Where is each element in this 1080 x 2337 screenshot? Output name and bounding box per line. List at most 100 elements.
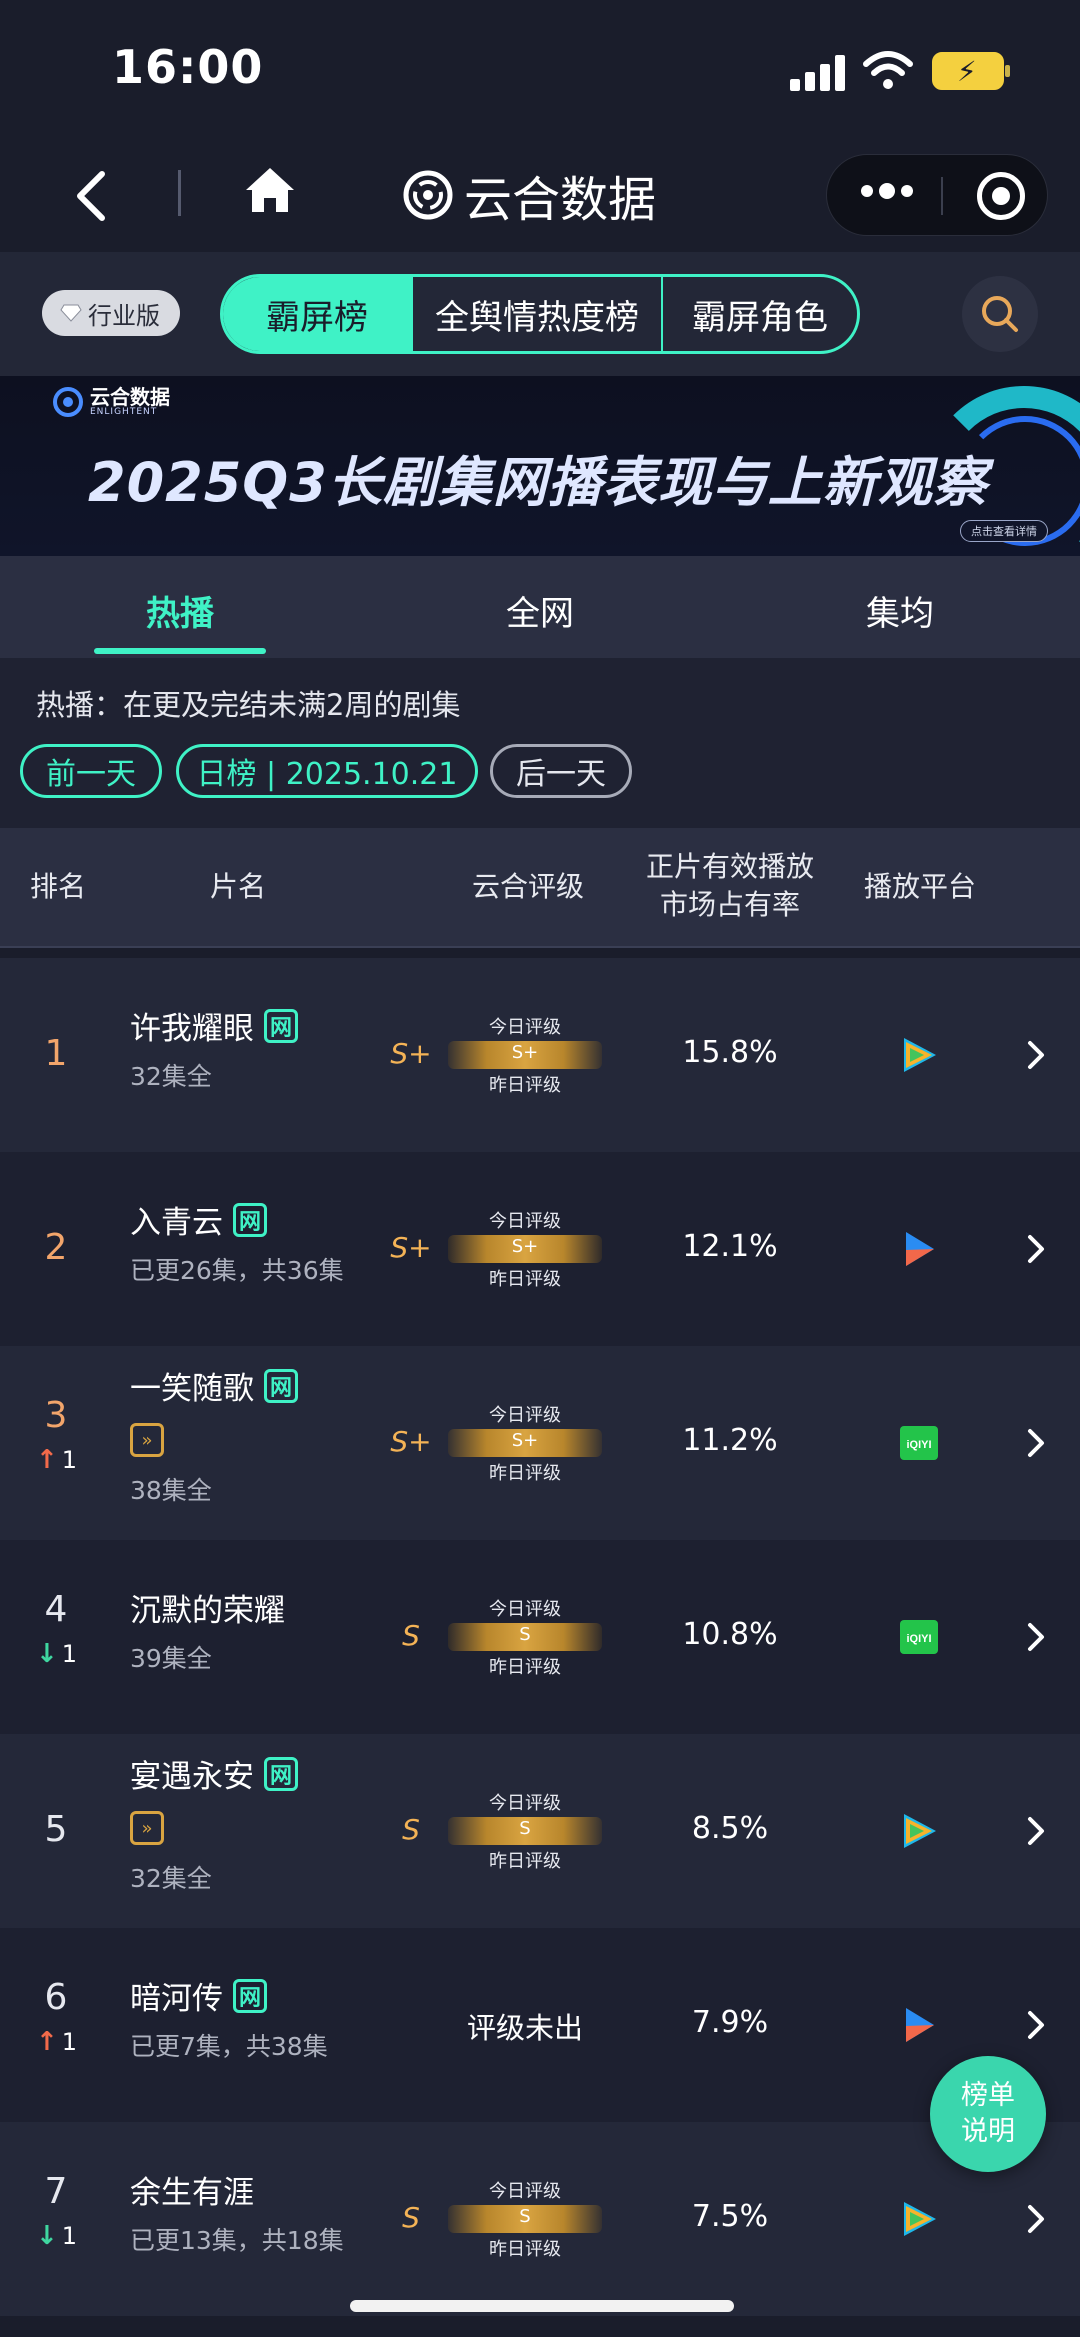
gauge-bar: S — [448, 1623, 602, 1651]
table-row[interactable]: 5 宴遇永安网 » 32集全 S 今日评级 S 昨日评级 8.5% — [0, 1734, 1080, 1928]
gauge-bar: S+ — [448, 1429, 602, 1457]
market-share: 7.9% — [691, 2005, 769, 2040]
gauge-today-label: 今日评级 — [489, 1793, 561, 1814]
grade-value: S+ — [390, 1231, 432, 1264]
arrow-down-icon: ↓ — [36, 1639, 58, 1669]
promo-banner[interactable]: 云合数据 ENLIGHTENT 2025Q3长剧集网播表现与上新观察 点击查看详… — [0, 376, 1080, 556]
grade-gauge: 今日评级 S 昨日评级 — [440, 1789, 610, 1872]
more-options-icon[interactable] — [861, 183, 913, 199]
rank-change: ↓ 1 — [36, 1639, 96, 1669]
drama-name: 余生有涯 — [130, 2175, 254, 2211]
board-info: 热播：在更及完结未满2周的剧集 前一天 日榜 | 2025.10.21 后一天 — [0, 658, 1080, 828]
close-mini-program-icon[interactable] — [977, 172, 1025, 220]
diamond-icon — [60, 304, 82, 322]
rank-change-value: 1 — [61, 1640, 78, 1668]
grade-gauge: 今日评级 S 昨日评级 — [440, 2177, 610, 2260]
rank-number: 2 — [44, 1227, 68, 1268]
banner-logo-cn: 云合数据 — [90, 385, 170, 409]
grade-gauge: 今日评级 S 昨日评级 — [440, 1595, 610, 1678]
home-icon[interactable] — [242, 162, 298, 218]
enlightent-logo-icon — [403, 170, 453, 220]
fast-forward-icon: » — [130, 1811, 164, 1845]
back-arrow-icon[interactable] — [70, 166, 110, 226]
chevron-right-icon[interactable] — [1024, 1229, 1048, 1269]
table-row[interactable]: 7 ↓ 1 余生有涯 已更13集，共18集 S 今日评级 S 昨日评级 7.5% — [0, 2122, 1080, 2316]
col-rank: 排名 — [29, 870, 86, 903]
arrow-down-icon: ↓ — [36, 2221, 58, 2251]
page-title-text: 云合数据 — [464, 172, 657, 228]
episode-status: 32集全 — [130, 1864, 212, 1893]
drama-title: 入青云网 — [130, 1197, 267, 1242]
tab-all-net[interactable]: 全网 — [506, 586, 574, 635]
banner-headline: 2025Q3长剧集网播表现与上新观察 — [88, 451, 988, 514]
youku-icon — [906, 1232, 934, 1266]
drama-title: 余生有涯 — [130, 2167, 254, 2212]
chevron-right-icon[interactable] — [1024, 2199, 1048, 2239]
iqiyi-icon: iQIYI — [900, 1426, 938, 1460]
table-row[interactable]: 1 许我耀眼网 32集全 S+ 今日评级 S+ 昨日评级 15.8% — [0, 958, 1080, 1152]
gauge-bar: S+ — [448, 1041, 602, 1069]
chevron-right-icon[interactable] — [1024, 1035, 1048, 1075]
rank-change-value: 1 — [61, 2222, 78, 2250]
fast-forward-icon: » — [130, 1423, 164, 1457]
table-row[interactable]: 3 ↑ 1 一笑随歌网 » 38集全 S+ 今日评级 S+ 昨日评级 11.2% iQIYI — [0, 1346, 1080, 1540]
table-row[interactable]: 2 入青云网已更26集，共36集 S+ 今日评级 S+ 昨日评级 12.1% — [0, 1152, 1080, 1346]
grade-gauge: 今日评级 S+ 昨日评级 — [440, 1013, 610, 1096]
col-share-line1: 正片有效播放 — [645, 850, 814, 883]
tab-bapin-role[interactable]: 霸屏角色 — [663, 277, 857, 351]
table-row[interactable]: 4 ↓ 1 沉默的荣耀 39集全 S 今日评级 S 昨日评级 10.8% iQIYI — [0, 1540, 1080, 1734]
banner-logo: 云合数据 ENLIGHTENT — [52, 386, 170, 418]
rank-change: ↓ 1 — [36, 2221, 96, 2251]
edition-badge[interactable]: 行业版 — [42, 290, 180, 336]
tencent-video-icon — [904, 1038, 936, 1072]
tab-per-episode[interactable]: 集均 — [866, 586, 934, 635]
table-row[interactable]: 6 ↑ 1 暗河传网已更7集，共38集 评级未出 7.9% — [0, 1928, 1080, 2122]
rank-change-value: 1 — [61, 1446, 78, 1474]
web-drama-badge: 网 — [233, 1202, 267, 1237]
chevron-right-icon[interactable] — [1024, 2005, 1048, 2045]
status-bar: 16:00 ⚡ — [0, 0, 1080, 140]
drama-title: 沉默的荣耀 — [130, 1585, 285, 1630]
market-share: 15.8% — [682, 1035, 778, 1070]
drama-name: 许我耀眼 — [130, 1011, 254, 1047]
rank-number: 1 — [44, 1033, 68, 1074]
chevron-right-icon[interactable] — [1024, 1423, 1048, 1463]
rank-change: ↑ 1 — [36, 2027, 96, 2057]
grade-pending: 评级未出 — [466, 2011, 583, 2045]
date-selector[interactable]: 日榜 | 2025.10.21 — [176, 744, 478, 798]
rank-number: 4 — [44, 1589, 68, 1630]
tab-sentiment-heat[interactable]: 全舆情热度榜 — [413, 277, 663, 351]
search-icon[interactable] — [962, 276, 1038, 352]
status-time: 16:00 — [112, 40, 264, 94]
youku-icon — [906, 2008, 934, 2042]
rank-change: ↑ 1 — [36, 1445, 96, 1475]
board-explanation-button[interactable]: 榜单 说明 — [930, 2056, 1046, 2172]
tab-bapinbang[interactable]: 霸屏榜 — [223, 277, 413, 351]
prev-day-button[interactable]: 前一天 — [20, 744, 162, 798]
web-drama-badge: 网 — [264, 1368, 298, 1403]
grade-gauge: 今日评级 S+ 昨日评级 — [440, 1401, 610, 1484]
next-day-button[interactable]: 后一天 — [490, 744, 632, 798]
page-title: 云合数据 — [402, 160, 656, 230]
tencent-video-icon — [904, 2202, 936, 2236]
chevron-right-icon[interactable] — [1024, 1811, 1048, 1851]
drama-title: 宴遇永安网 — [130, 1751, 298, 1796]
banner-more-button[interactable]: 点击查看详情 — [960, 520, 1048, 542]
svg-text:iQIYI: iQIYI — [906, 1633, 931, 1645]
grade-value: S+ — [390, 1037, 432, 1070]
gauge-yesterday-label: 昨日评级 — [489, 2239, 561, 2260]
gauge-today-label: 今日评级 — [489, 1405, 561, 1426]
svg-text:iQIYI: iQIYI — [906, 1439, 931, 1451]
drama-name: 暗河传 — [130, 1981, 223, 2017]
gauge-yesterday-label: 昨日评级 — [489, 1463, 561, 1484]
drama-title: 一笑随歌网 — [130, 1363, 298, 1408]
col-share-line2: 市场占有率 — [659, 888, 800, 921]
drama-name: 宴遇永安 — [130, 1759, 254, 1795]
gauge-today-label: 今日评级 — [489, 1017, 561, 1038]
gauge-grade: S+ — [511, 1042, 539, 1063]
web-drama-badge: 网 — [264, 1756, 298, 1791]
chevron-right-icon[interactable] — [1024, 1617, 1048, 1657]
episode-status: 已更13集，共18集 — [130, 2226, 344, 2255]
drama-name: 一笑随歌 — [130, 1371, 254, 1407]
tab-hot[interactable]: 热播 — [146, 586, 214, 635]
